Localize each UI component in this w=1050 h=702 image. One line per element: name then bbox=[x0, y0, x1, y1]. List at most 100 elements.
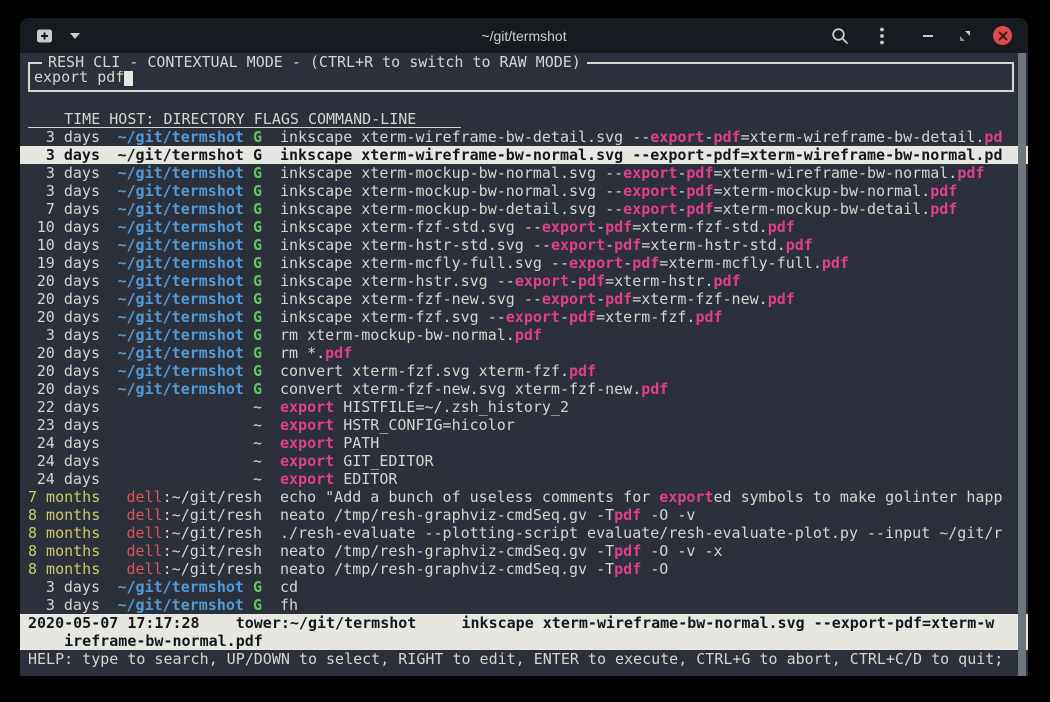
history-row[interactable]: 8 monthsdell:~/git/resh./resh-evaluate -… bbox=[20, 524, 1028, 542]
scrollbar[interactable] bbox=[1018, 53, 1026, 676]
row-command: convert xterm-fzf.svg xterm-fzf.pdf bbox=[280, 362, 1016, 380]
history-row[interactable]: 8 monthsdell:~/git/reshneato /tmp/resh-g… bbox=[20, 560, 1028, 578]
command-text: inkscape xterm-fzf-std.svg -- bbox=[280, 218, 542, 236]
command-text: convert xterm-fzf-new.svg xterm-fzf-new. bbox=[280, 380, 641, 398]
command-match-highlight: pdf bbox=[930, 182, 957, 200]
history-row[interactable]: 7 monthsdell:~/git/reshecho "Add a bunch… bbox=[20, 488, 1028, 506]
command-match-highlight: pdf bbox=[786, 236, 813, 254]
command-text: PATH bbox=[334, 434, 379, 452]
history-row[interactable]: 8 monthsdell:~/git/reshneato /tmp/resh-g… bbox=[20, 542, 1028, 560]
git-flag: G bbox=[253, 200, 262, 218]
history-row-selected[interactable]: 3 days~/git/termshot Ginkscape xterm-wir… bbox=[20, 146, 1028, 164]
command-text: =xterm-hstr-std. bbox=[641, 236, 786, 254]
history-row[interactable]: 20 days~/git/termshot Gconvert xterm-fzf… bbox=[20, 380, 1028, 398]
history-row[interactable]: 20 days~/git/termshot Ginkscape xterm-fz… bbox=[20, 308, 1028, 326]
command-text: =xterm-hstr. bbox=[605, 272, 713, 290]
new-tab-icon bbox=[36, 28, 54, 44]
status-line-2: ireframe-bw-normal.pdf bbox=[20, 632, 1028, 650]
command-text: HISTFILE=~/.zsh_history_2 bbox=[334, 398, 569, 416]
row-host: dell bbox=[127, 506, 163, 524]
row-host-directory: ~/git/termshot G bbox=[109, 200, 262, 218]
git-flag: G bbox=[253, 182, 262, 200]
row-time: 20 days bbox=[28, 344, 100, 362]
git-flag: G bbox=[253, 326, 262, 344]
row-directory: :~/git/resh bbox=[163, 506, 262, 524]
row-command: export HSTR_CONFIG=hicolor bbox=[280, 416, 1016, 434]
minimize-button[interactable] bbox=[919, 26, 937, 46]
history-row[interactable]: 3 days~/git/termshot Gcd bbox=[20, 578, 1028, 596]
command-match-highlight: pdf bbox=[614, 236, 641, 254]
row-directory: :~/git/resh bbox=[163, 488, 262, 506]
history-row[interactable]: 10 days~/git/termshot Ginkscape xterm-fz… bbox=[20, 218, 1028, 236]
text-cursor bbox=[124, 71, 133, 86]
history-row[interactable]: 20 days~/git/termshot Grm *.pdf bbox=[20, 344, 1028, 362]
history-row[interactable]: 7 days~/git/termshot Ginkscape xterm-moc… bbox=[20, 200, 1028, 218]
row-command: inkscape xterm-mockup-bw-normal.svg --ex… bbox=[280, 182, 1016, 200]
history-row[interactable]: 8 monthsdell:~/git/reshneato /tmp/resh-g… bbox=[20, 506, 1028, 524]
command-text: -O -v bbox=[641, 506, 695, 524]
row-command: neato /tmp/resh-graphviz-cmdSeq.gv -Tpdf… bbox=[280, 506, 1016, 524]
row-host-directory: dell:~/git/resh bbox=[109, 524, 262, 542]
row-time: 3 days bbox=[28, 128, 100, 146]
command-text: inkscape xterm-fzf-new.svg -- bbox=[280, 290, 542, 308]
titlebar: ~/git/termshot bbox=[20, 18, 1028, 53]
history-row[interactable]: 22 days~export HISTFILE=~/.zsh_history_2 bbox=[20, 398, 1028, 416]
command-text: =xterm-fzf-std. bbox=[632, 218, 767, 236]
row-time: 3 days bbox=[28, 578, 100, 596]
history-row[interactable]: 20 days~/git/termshot Ginkscape xterm-hs… bbox=[20, 272, 1028, 290]
command-match-highlight: export bbox=[542, 218, 596, 236]
history-row[interactable]: 20 days~/git/termshot Gconvert xterm-fzf… bbox=[20, 362, 1028, 380]
command-text: inkscape xterm-mockup-bw-normal.svg -- bbox=[280, 182, 623, 200]
row-command: export HISTFILE=~/.zsh_history_2 bbox=[280, 398, 1016, 416]
row-time: 19 days bbox=[28, 254, 100, 272]
menu-button[interactable] bbox=[873, 26, 891, 46]
history-row[interactable]: 3 days~/git/termshot Ginkscape xterm-moc… bbox=[20, 164, 1028, 182]
history-row[interactable]: 3 days~/git/termshot Gfh bbox=[20, 596, 1028, 614]
row-host: dell bbox=[127, 488, 163, 506]
close-button[interactable] bbox=[993, 26, 1012, 45]
command-match-highlight: pdf bbox=[578, 272, 605, 290]
command-text: rm xterm-mockup-bw-normal. bbox=[280, 326, 515, 344]
row-host-directory: dell:~/git/resh bbox=[109, 560, 262, 578]
row-command: echo "Add a bunch of useless comments fo… bbox=[280, 488, 1016, 506]
panel-title: RESH CLI - CONTEXTUAL MODE - (CTRL+R to … bbox=[42, 53, 587, 71]
row-command: neato /tmp/resh-graphviz-cmdSeq.gv -Tpdf… bbox=[280, 542, 1016, 560]
history-row[interactable]: 24 days~export GIT_EDITOR bbox=[20, 452, 1028, 470]
terminal-content: RESH CLI - CONTEXTUAL MODE - (CTRL+R to … bbox=[20, 53, 1028, 676]
row-directory: ~/git/termshot bbox=[118, 236, 244, 254]
row-command: inkscape xterm-wireframe-bw-detail.svg -… bbox=[280, 128, 1016, 146]
search-button[interactable] bbox=[831, 26, 849, 46]
command-text: - bbox=[623, 254, 632, 272]
history-row[interactable]: 3 days~/git/termshot Ginkscape xterm-moc… bbox=[20, 182, 1028, 200]
history-row[interactable]: 3 days~/git/termshot Grm xterm-mockup-bw… bbox=[20, 326, 1028, 344]
command-text: =xterm-wireframe-bw-normal. bbox=[741, 146, 985, 164]
maximize-button[interactable] bbox=[956, 26, 974, 46]
history-row[interactable]: 24 days~export EDITOR bbox=[20, 470, 1028, 488]
history-row[interactable]: 3 days~/git/termshot Ginkscape xterm-wir… bbox=[20, 128, 1028, 146]
new-tab-button[interactable] bbox=[36, 26, 54, 46]
history-row[interactable]: 23 days~export HSTR_CONFIG=hicolor bbox=[20, 416, 1028, 434]
command-match-highlight: export bbox=[551, 236, 605, 254]
row-directory: ~ bbox=[253, 452, 262, 470]
row-time: 24 days bbox=[28, 470, 100, 488]
row-command: export PATH bbox=[280, 434, 1016, 452]
row-host-directory: dell:~/git/resh bbox=[109, 506, 262, 524]
row-directory: :~/git/resh bbox=[163, 524, 262, 542]
history-row[interactable]: 19 days~/git/termshot Ginkscape xterm-mc… bbox=[20, 254, 1028, 272]
row-command: rm *.pdf bbox=[280, 344, 1016, 362]
history-row[interactable]: 10 days~/git/termshot Ginkscape xterm-hs… bbox=[20, 236, 1028, 254]
history-row[interactable]: 24 days~export PATH bbox=[20, 434, 1028, 452]
command-text: =xterm-mockup-bw-detail. bbox=[713, 200, 930, 218]
minimize-icon bbox=[922, 34, 934, 38]
command-match-highlight: pdf bbox=[515, 326, 542, 344]
row-directory: ~ bbox=[253, 416, 262, 434]
row-directory: ~/git/termshot bbox=[118, 164, 244, 182]
command-match-highlight: export bbox=[623, 200, 677, 218]
row-host-directory: dell:~/git/resh bbox=[109, 542, 262, 560]
command-match-highlight: pdf bbox=[714, 272, 741, 290]
command-text: fh bbox=[280, 596, 298, 614]
tab-switcher-button[interactable] bbox=[66, 26, 84, 46]
command-text: inkscape xterm-mcfly-full.svg -- bbox=[280, 254, 569, 272]
command-match-highlight: export bbox=[280, 434, 334, 452]
history-row[interactable]: 20 days~/git/termshot Ginkscape xterm-fz… bbox=[20, 290, 1028, 308]
